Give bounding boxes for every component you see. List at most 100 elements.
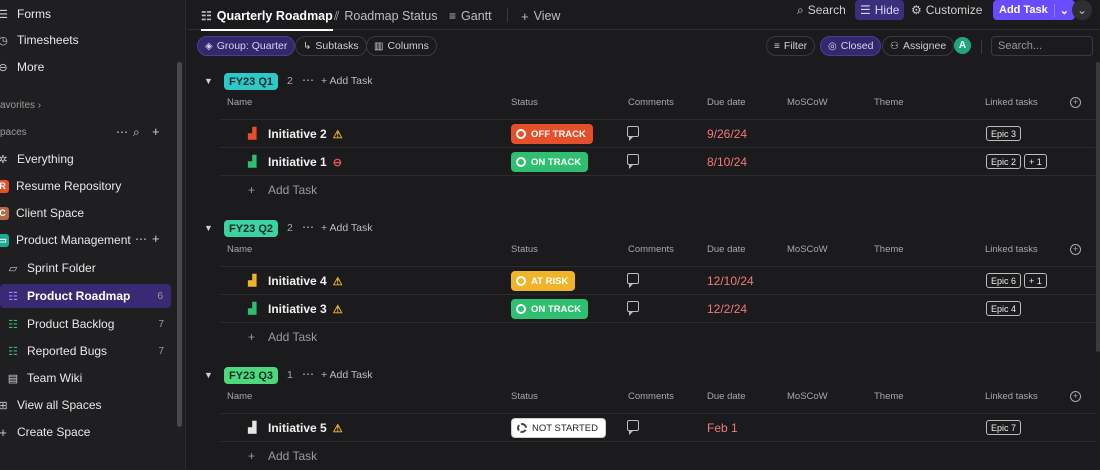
hide-button[interactable]: ☰ Hide: [855, 0, 905, 20]
favorites-header[interactable]: avorites ›: [0, 100, 41, 111]
column-status[interactable]: Status: [511, 97, 538, 108]
search-button[interactable]: ⌕ Search: [797, 0, 846, 20]
linked-task-more[interactable]: + 1: [1024, 154, 1047, 169]
column-due-date[interactable]: Due date: [707, 97, 746, 108]
sidebar-scrollbar[interactable]: [177, 62, 182, 427]
column-moscow[interactable]: MoSCoW: [787, 97, 828, 108]
group-label[interactable]: FY23 Q3: [224, 367, 279, 384]
linked-task-tag[interactable]: Epic 6: [986, 273, 1022, 288]
chevron-down-icon[interactable]: ⌄: [1053, 3, 1069, 17]
column-linked-tasks[interactable]: Linked tasks: [985, 391, 1038, 402]
column-comments[interactable]: Comments: [628, 97, 674, 108]
column-moscow[interactable]: MoSCoW: [787, 244, 828, 255]
due-date[interactable]: 9/26/24: [707, 127, 747, 141]
due-date[interactable]: Feb 1: [707, 421, 738, 435]
caret-down-icon[interactable]: ▼: [204, 370, 213, 380]
column-due-date[interactable]: Due date: [707, 244, 746, 255]
more-options-button[interactable]: ⌄: [1072, 0, 1092, 20]
add-task-row[interactable]: + Add Task: [220, 441, 1095, 469]
status-badge[interactable]: OFF TRACK: [511, 124, 593, 144]
caret-down-icon[interactable]: ▼: [204, 76, 213, 86]
search-input[interactable]: Search...: [991, 36, 1093, 56]
column-theme[interactable]: Theme: [874, 244, 904, 255]
sidebar-item-create-space[interactable]: + Create Space: [0, 420, 176, 444]
sidebar-item-everything[interactable]: ✲ Everything: [0, 147, 176, 171]
sidebar-item-product-management[interactable]: ▭ Product Management ⋯ +: [0, 228, 176, 252]
tab-quarterly-roadmap[interactable]: ☷ Quarterly Roadmap: [201, 3, 333, 31]
table-row[interactable]: ▟ Initiative 4 ⚠ AT RISK 12/10/24 Epic 6 …: [220, 266, 1095, 294]
column-due-date[interactable]: Due date: [707, 391, 746, 402]
status-badge[interactable]: ON TRACK: [511, 299, 589, 319]
sidebar-item-team-wiki[interactable]: ▤ Team Wiki: [6, 366, 172, 390]
sidebar-item-more[interactable]: ⊖ More: [0, 55, 176, 79]
sidebar-item-resume-repository[interactable]: R Resume Repository: [0, 174, 176, 198]
add-task-row[interactable]: + Add Task: [220, 175, 1095, 203]
subtasks-chip[interactable]: ↳ Subtasks: [295, 36, 367, 56]
tab-gantt[interactable]: ≡ Gantt: [449, 3, 492, 29]
column-name[interactable]: Name: [227, 391, 252, 402]
linked-task-tag[interactable]: Epic 2: [986, 154, 1022, 169]
avatar[interactable]: A: [954, 37, 971, 54]
group-add-task-button[interactable]: + Add Task: [321, 75, 372, 87]
sidebar-item-forms[interactable]: ☰ Forms: [0, 2, 176, 26]
filter-chip[interactable]: ≡ Filter: [766, 36, 816, 56]
sidebar-item-client-space[interactable]: C Client Space: [0, 201, 176, 225]
sidebar-item-reported-bugs[interactable]: ☷ Reported Bugs 7: [6, 339, 172, 363]
column-status[interactable]: Status: [511, 391, 538, 402]
sidebar-item-view-all-spaces[interactable]: ⊞ View all Spaces: [0, 393, 176, 417]
column-theme[interactable]: Theme: [874, 97, 904, 108]
linked-task-more[interactable]: + 1: [1024, 273, 1047, 288]
column-comments[interactable]: Comments: [628, 244, 674, 255]
linked-task-tag[interactable]: Epic 3: [986, 126, 1022, 141]
assignee-chip[interactable]: ⚇ Assignee: [882, 36, 955, 56]
sidebar-item-timesheets[interactable]: ◷ Timesheets: [0, 28, 176, 52]
customize-button[interactable]: ⚙ Customize: [911, 0, 982, 20]
due-date[interactable]: 12/2/24: [707, 302, 747, 316]
column-linked-tasks[interactable]: Linked tasks: [985, 97, 1038, 108]
add-task-button[interactable]: Add Task ⌄: [993, 0, 1075, 20]
group-label[interactable]: FY23 Q1: [224, 73, 279, 90]
linked-task-tag[interactable]: Epic 4: [986, 301, 1022, 316]
main-scrollbar[interactable]: [1096, 62, 1100, 352]
sidebar-item-product-roadmap[interactable]: ☷ Product Roadmap 6: [0, 284, 171, 308]
due-date[interactable]: 12/10/24: [707, 274, 754, 288]
group-by-chip[interactable]: ◈ Group: Quarter: [197, 36, 296, 56]
status-badge[interactable]: NOT STARTED: [511, 418, 606, 438]
column-linked-tasks[interactable]: Linked tasks: [985, 244, 1038, 255]
column-comments[interactable]: Comments: [628, 391, 674, 402]
more-icon[interactable]: ⋯: [302, 73, 314, 87]
comment-icon[interactable]: [627, 154, 639, 169]
column-status[interactable]: Status: [511, 244, 538, 255]
comment-icon[interactable]: [627, 273, 639, 288]
closed-chip[interactable]: ◎ Closed: [820, 36, 882, 56]
group-add-task-button[interactable]: + Add Task: [321, 222, 372, 234]
more-icon[interactable]: ⋯: [302, 367, 314, 381]
due-date[interactable]: 8/10/24: [707, 155, 747, 169]
caret-down-icon[interactable]: ▼: [204, 223, 213, 233]
table-row[interactable]: ▟ Initiative 3 ⚠ ON TRACK 12/2/24 Epic 4: [220, 294, 1095, 322]
tab-roadmap-status[interactable]: ⫽ Roadmap Status: [334, 3, 437, 29]
group-label[interactable]: FY23 Q2: [224, 220, 279, 237]
comment-icon[interactable]: [627, 420, 639, 435]
table-row[interactable]: ▟ Initiative 5 ⚠ NOT STARTED Feb 1 Epic 7: [220, 413, 1095, 441]
sidebar-item-sprint-folder[interactable]: ▱ Sprint Folder: [6, 256, 172, 280]
comment-icon[interactable]: [627, 301, 639, 316]
add-column-icon[interactable]: +: [1070, 391, 1081, 402]
status-badge[interactable]: ON TRACK: [511, 152, 589, 172]
search-icon[interactable]: ⌕: [133, 125, 140, 140]
linked-task-tag[interactable]: Epic 7: [986, 420, 1022, 435]
table-row[interactable]: ▟ Initiative 1 ⊖ ON TRACK 8/10/24 Epic 2 …: [220, 147, 1095, 175]
plus-icon[interactable]: +: [152, 124, 160, 139]
add-view-button[interactable]: + View: [521, 3, 560, 29]
column-name[interactable]: Name: [227, 244, 252, 255]
table-row[interactable]: ▟ Initiative 2 ⚠ OFF TRACK 9/26/24 Epic 3: [220, 119, 1095, 147]
add-column-icon[interactable]: +: [1070, 244, 1081, 255]
plus-icon[interactable]: +: [152, 231, 160, 246]
sidebar-item-product-backlog[interactable]: ☷ Product Backlog 7: [6, 312, 172, 336]
comment-icon[interactable]: [627, 126, 639, 141]
column-name[interactable]: Name: [227, 97, 252, 108]
more-icon[interactable]: ⋯: [302, 220, 314, 234]
columns-chip[interactable]: ▥ Columns: [366, 36, 437, 56]
column-theme[interactable]: Theme: [874, 391, 904, 402]
status-badge[interactable]: AT RISK: [511, 271, 576, 291]
